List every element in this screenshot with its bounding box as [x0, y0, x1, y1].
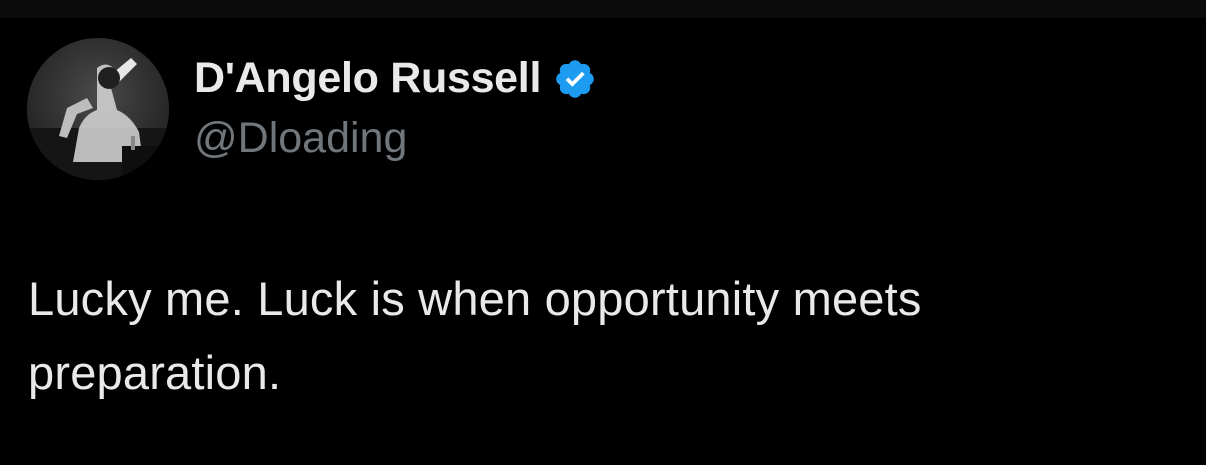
verified-badge-icon[interactable] — [553, 57, 597, 101]
author-avatar[interactable] — [27, 38, 169, 180]
avatar-photo-icon — [27, 38, 169, 180]
top-bar — [0, 0, 1206, 18]
tweet-text: Lucky me. Luck is when opportunity meets… — [28, 272, 922, 399]
author-display-name: D'Angelo Russell — [194, 54, 542, 102]
author-handle[interactable]: @Dloading — [194, 114, 407, 163]
tweet-card[interactable]: D'Angelo Russell @Dloading Lucky me. Luc… — [0, 18, 1206, 465]
author-name[interactable]: D'Angelo Russell — [194, 54, 597, 103]
